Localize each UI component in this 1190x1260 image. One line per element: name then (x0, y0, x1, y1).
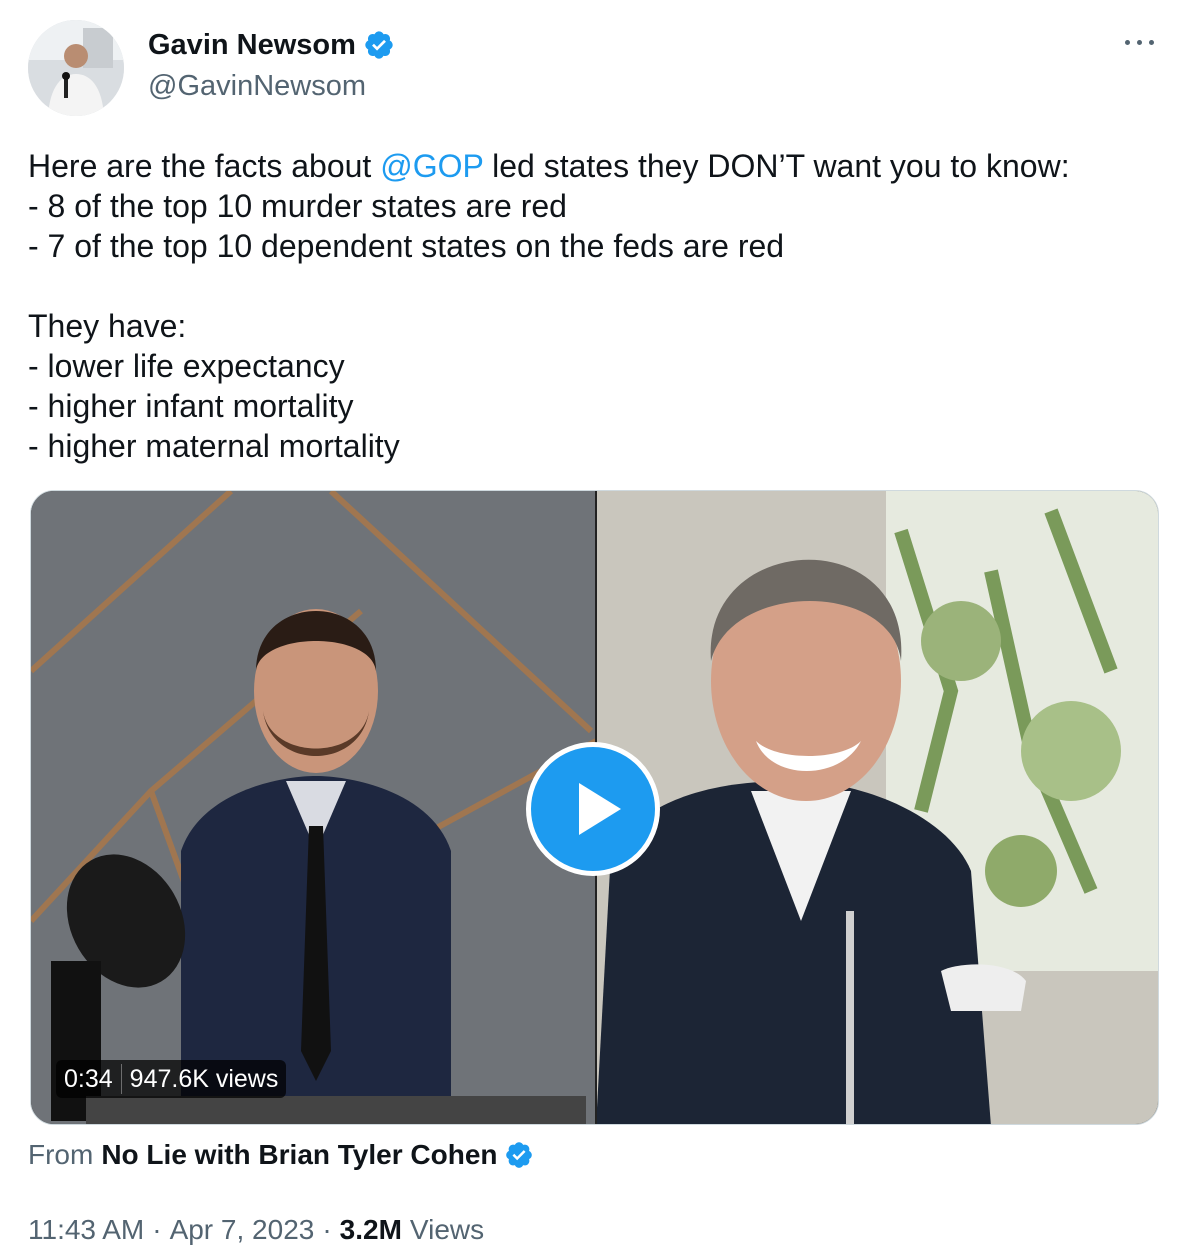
author-handle[interactable]: @GavinNewsom (148, 70, 366, 103)
tweet-line: - lower life expectancy (28, 348, 345, 384)
tweet-line: Here are the facts about @GOP led states… (28, 148, 1070, 184)
verified-badge-icon (505, 1142, 532, 1168)
play-icon (579, 783, 621, 835)
video-duration: 0:34 (64, 1064, 113, 1093)
tweet-line: - 8 of the top 10 murder states are red (28, 188, 567, 224)
tweet-line: - higher infant mortality (28, 388, 354, 424)
tweet-time[interactable]: 11:43 AM (28, 1214, 144, 1246)
more-options-icon[interactable] (1123, 32, 1157, 52)
tweet-line: - higher maternal mortality (28, 428, 400, 464)
video-source: From No Lie with Brian Tyler Cohen (28, 1135, 534, 1175)
badge-divider (120, 1064, 122, 1094)
verified-badge-icon (365, 31, 393, 59)
tweet-line: - 7 of the top 10 dependent states on th… (28, 228, 785, 264)
source-name-link[interactable]: No Lie with Brian Tyler Cohen (101, 1139, 497, 1171)
author-display-name[interactable]: Gavin Newsom (148, 29, 356, 62)
meta-separator: · (322, 1214, 332, 1245)
views-count: 3.2M (339, 1214, 402, 1245)
tweet-date[interactable]: Apr 7, 2023 (170, 1214, 315, 1246)
tweet-line: They have: (28, 308, 187, 344)
video-views: 947.6K views (129, 1064, 279, 1093)
video-stats-badge: 0:34 947.6K views (56, 1060, 287, 1098)
profile-photo-icon (28, 20, 124, 116)
tweet-header: Gavin Newsom @GavinNewsom (28, 20, 1163, 120)
source-from-label: From (28, 1139, 94, 1170)
mention-link[interactable]: @GOP (380, 148, 483, 184)
tweet-meta: 11:43 AM · Apr 7, 2023 · 3.2M Views (28, 1210, 484, 1250)
views-label: Views (409, 1214, 485, 1245)
author-name-row: Gavin Newsom (148, 28, 395, 62)
meta-separator: · (152, 1214, 162, 1245)
author-avatar[interactable] (28, 20, 124, 116)
tweet-text: Here are the facts about @GOP led states… (28, 146, 1168, 466)
play-button[interactable] (526, 742, 660, 876)
